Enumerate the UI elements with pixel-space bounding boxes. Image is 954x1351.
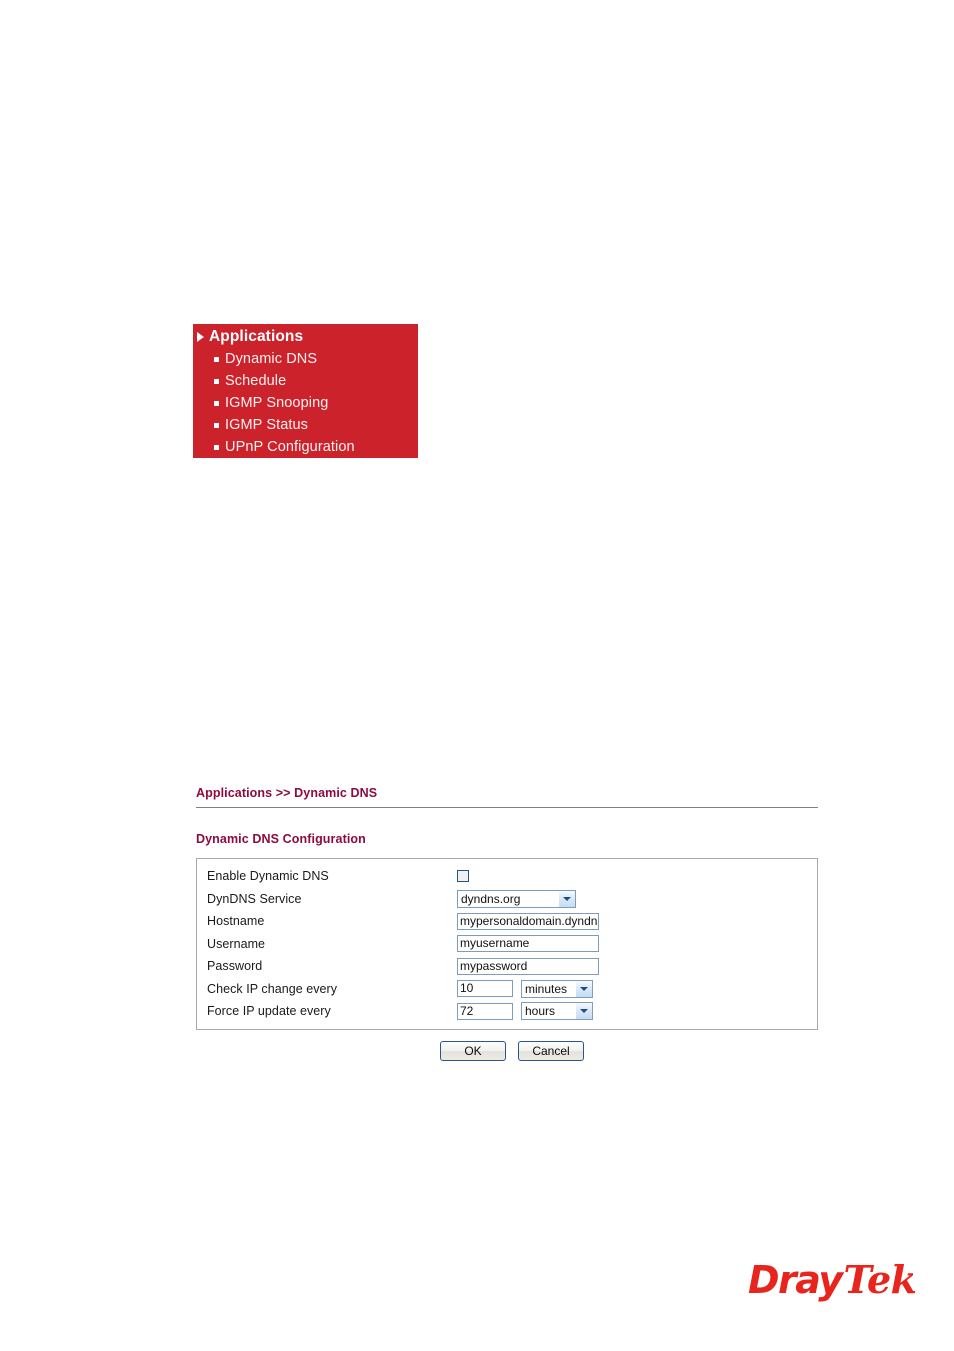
sidebar-item-schedule[interactable]: Schedule xyxy=(193,370,418,392)
breadcrumb: Applications >> Dynamic DNS xyxy=(196,786,378,800)
square-bullet-icon xyxy=(214,422,219,428)
force-ip-update-input[interactable]: 72 xyxy=(457,1002,513,1020)
sidebar-item-label: IGMP Status xyxy=(225,417,309,433)
chevron-down-icon[interactable] xyxy=(558,890,575,907)
square-bullet-icon xyxy=(214,444,219,450)
force-ip-update-unit-select[interactable]: hours xyxy=(521,1002,593,1021)
dyndns-service-control: dyndns.org xyxy=(457,889,576,908)
sidebar-item-label: UPnP Configuration xyxy=(225,439,355,455)
table-row: Force IP update every 72 hours xyxy=(197,1000,817,1023)
username-label: Username xyxy=(207,936,266,951)
dyndns-service-label: DynDNS Service xyxy=(207,891,302,906)
ok-button[interactable]: OK xyxy=(440,1041,506,1061)
force-ip-update-control: 72 hours xyxy=(457,1002,593,1021)
sidebar-item-upnp-configuration[interactable]: UPnP Configuration xyxy=(193,436,418,458)
enable-dynamic-dns-label: Enable Dynamic DNS xyxy=(207,869,329,884)
applications-menu-panel: Applications Dynamic DNS Schedule IGMP S… xyxy=(193,324,418,458)
square-bullet-icon xyxy=(214,356,219,362)
force-ip-update-unit-value: hours xyxy=(525,1004,556,1019)
sidebar-item-label: Schedule xyxy=(225,373,287,389)
dyndns-service-select[interactable]: dyndns.org xyxy=(457,889,576,908)
draytek-logo: DrayTek xyxy=(748,1257,917,1303)
square-bullet-icon xyxy=(214,400,219,406)
enable-dynamic-dns-control xyxy=(457,870,469,883)
check-ip-change-label: Check IP change every xyxy=(207,981,338,996)
hostname-label: Hostname xyxy=(207,914,265,929)
password-control: mypassword xyxy=(457,957,599,975)
sidebar-item-label: Dynamic DNS xyxy=(225,351,318,367)
table-row: Enable Dynamic DNS xyxy=(197,865,817,888)
hostname-control: mypersonaldomain.dyndns.org xyxy=(457,912,599,930)
sidebar-item-igmp-snooping[interactable]: IGMP Snooping xyxy=(193,392,418,414)
check-ip-change-unit-select[interactable]: minutes xyxy=(521,979,593,998)
table-row: Hostname mypersonaldomain.dyndns.org xyxy=(197,910,817,933)
dynamic-dns-config-page: Applications >> Dynamic DNS Dynamic DNS … xyxy=(196,786,818,1030)
menu-header-label: Applications xyxy=(209,328,304,345)
chevron-down-icon[interactable] xyxy=(575,1003,592,1020)
triangle-right-icon xyxy=(197,332,204,342)
username-input[interactable]: myusername xyxy=(457,935,599,953)
square-bullet-icon xyxy=(214,378,219,384)
enable-dynamic-dns-checkbox[interactable] xyxy=(457,870,469,883)
password-label: Password xyxy=(207,959,263,974)
logo-text-tek: Tek xyxy=(843,1257,917,1302)
table-row: Username myusername xyxy=(197,933,817,956)
force-ip-update-label: Force IP update every xyxy=(207,1004,331,1019)
dynamic-dns-form-table: Enable Dynamic DNS DynDNS Service dyndns… xyxy=(196,858,818,1030)
check-ip-change-unit-value: minutes xyxy=(525,981,568,996)
sidebar-item-label: IGMP Snooping xyxy=(225,395,329,411)
sidebar-item-dynamic-dns[interactable]: Dynamic DNS xyxy=(193,348,418,370)
cancel-button[interactable]: Cancel xyxy=(518,1041,584,1061)
check-ip-change-control: 10 minutes xyxy=(457,979,593,998)
menu-header-applications[interactable]: Applications xyxy=(193,324,418,348)
check-ip-change-input[interactable]: 10 xyxy=(457,980,513,998)
hostname-input[interactable]: mypersonaldomain.dyndns.org xyxy=(457,912,599,930)
dyndns-service-value: dyndns.org xyxy=(461,891,521,906)
table-row: Password mypassword xyxy=(197,955,817,978)
table-row: DynDNS Service dyndns.org xyxy=(197,888,817,911)
form-button-bar: OK Cancel xyxy=(440,1041,584,1061)
username-control: myusername xyxy=(457,935,599,953)
logo-text-dray: Dray xyxy=(748,1258,843,1302)
table-row: Check IP change every 10 minutes xyxy=(197,978,817,1001)
chevron-down-icon[interactable] xyxy=(575,980,592,997)
page-title: Dynamic DNS Configuration xyxy=(196,832,366,846)
sidebar-item-igmp-status[interactable]: IGMP Status xyxy=(193,414,418,436)
password-input[interactable]: mypassword xyxy=(457,957,599,975)
breadcrumb-divider xyxy=(196,807,818,808)
